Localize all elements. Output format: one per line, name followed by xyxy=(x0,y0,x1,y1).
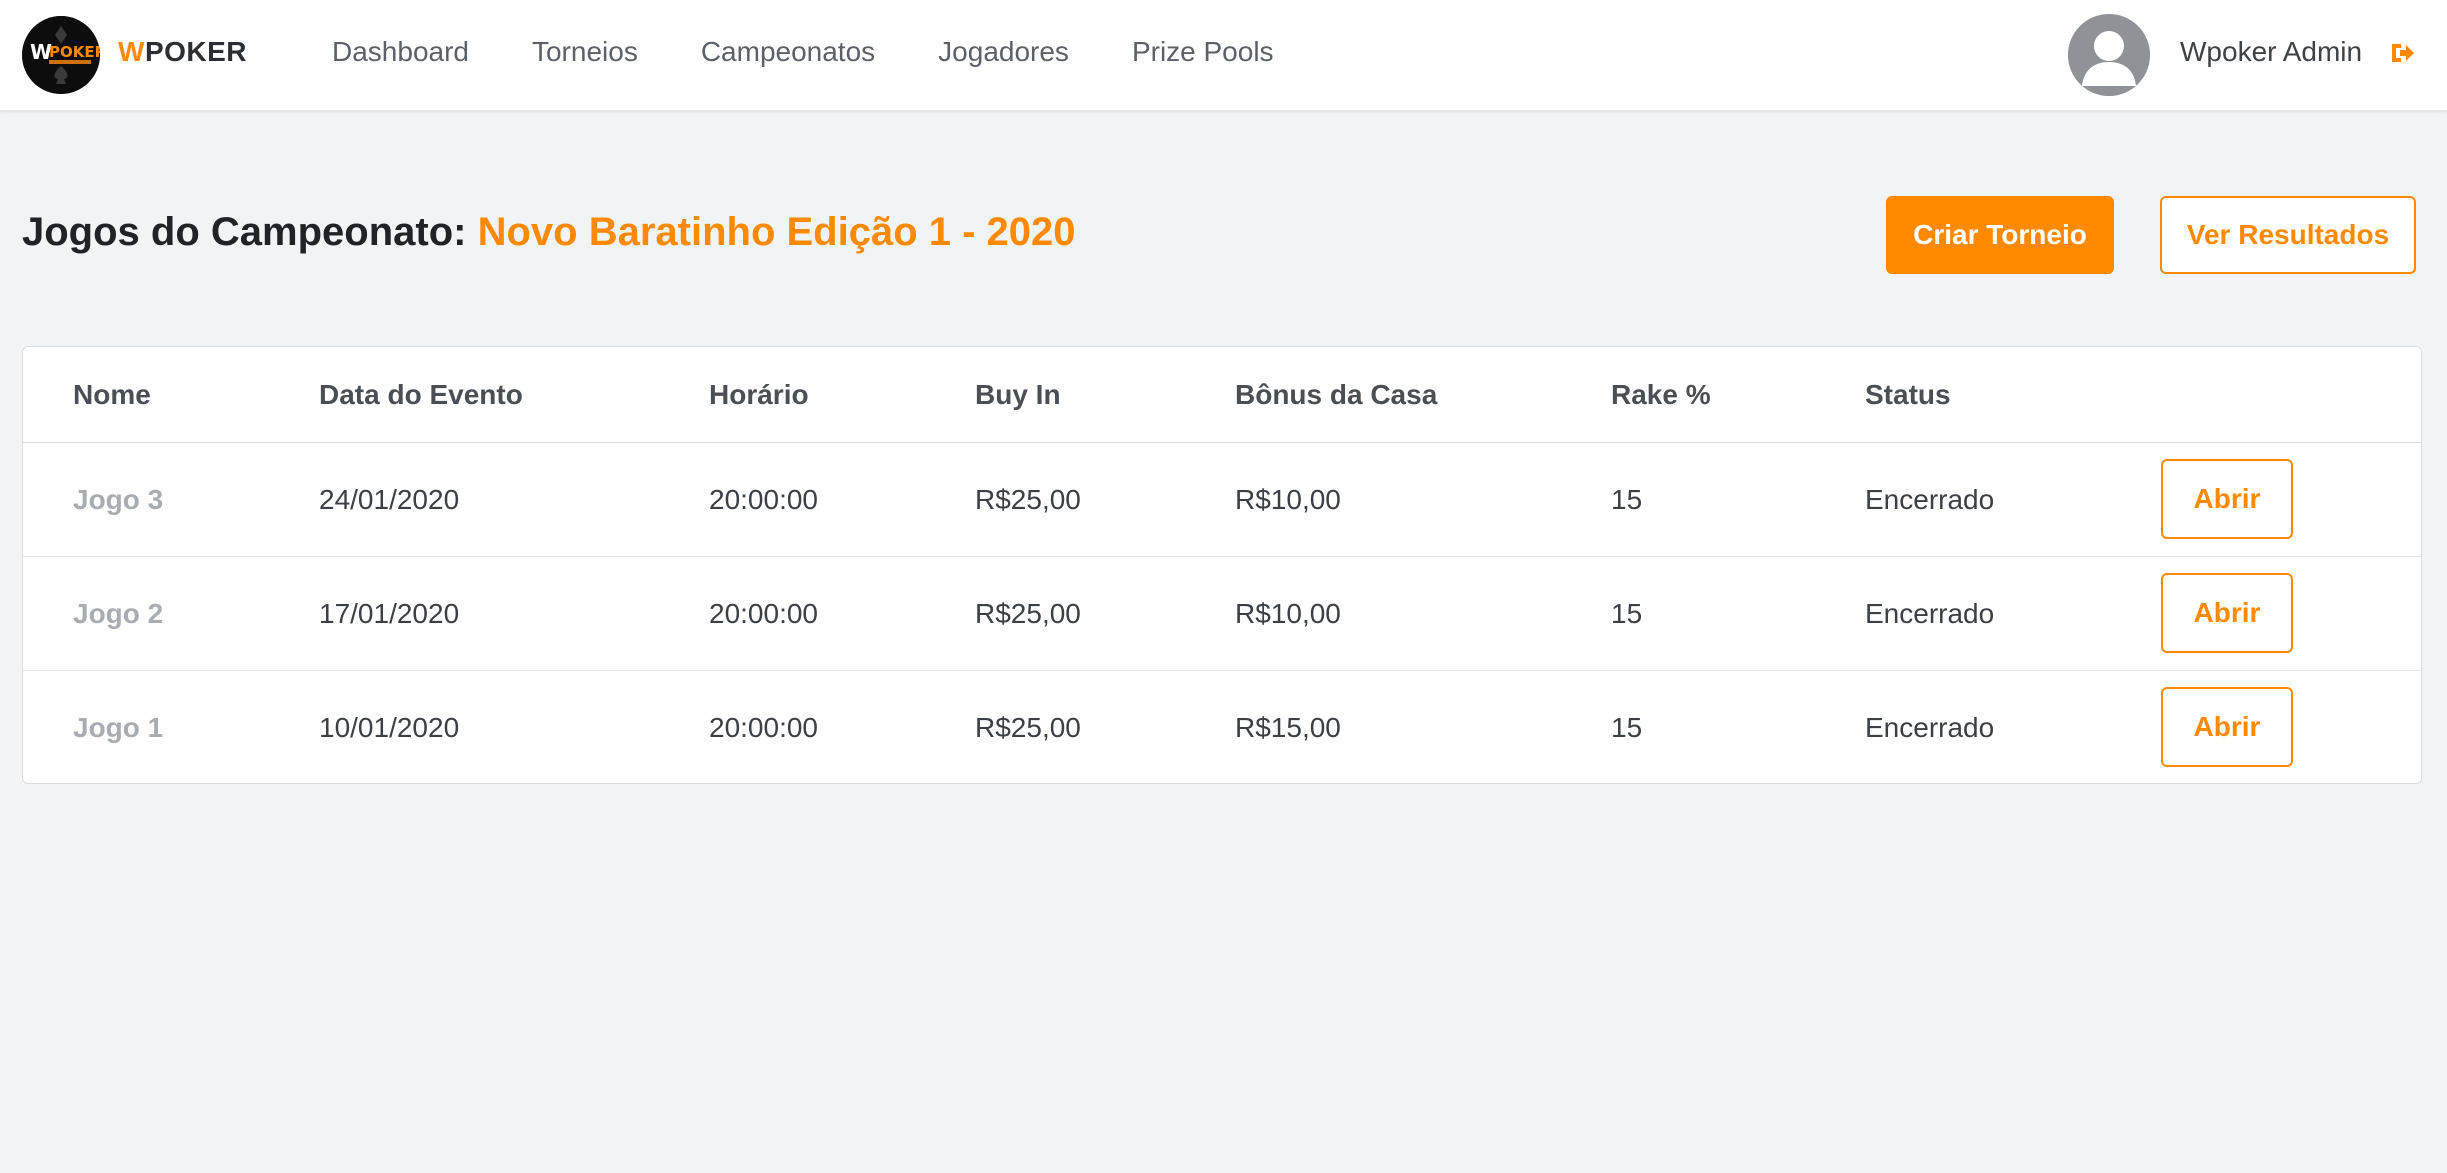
game-name: Jogo 1 xyxy=(73,712,164,743)
game-name: Jogo 3 xyxy=(73,483,164,515)
header-nome: Nome xyxy=(73,378,151,410)
open-game-button[interactable]: Abrir xyxy=(2161,687,2293,767)
open-game-button[interactable]: Abrir xyxy=(2161,573,2293,653)
nav-dashboard[interactable]: Dashboard xyxy=(332,36,469,68)
game-time: 20:00:00 xyxy=(709,483,818,515)
header-data-evento: Data do Evento xyxy=(319,378,523,410)
championship-name: Novo Baratinho Edição 1 - 2020 xyxy=(477,210,1076,254)
svg-text:POKER: POKER xyxy=(49,43,100,61)
header-bonus-casa: Bônus da Casa xyxy=(1235,378,1438,410)
game-name: Jogo 2 xyxy=(73,597,164,629)
game-date: 24/01/2020 xyxy=(319,483,460,515)
page-title-prefix: Jogos do Campeonato: xyxy=(22,210,467,254)
create-tournament-button[interactable]: Criar Torneio xyxy=(1886,196,2114,274)
game-buy-in: R$25,00 xyxy=(975,597,1081,629)
table-row: Jogo 3 24/01/2020 20:00:00 R$25,00 R$10,… xyxy=(23,443,2421,557)
page-title: Jogos do Campeonato: Novo Baratinho Ediç… xyxy=(22,210,1076,255)
game-status: Encerrado xyxy=(1865,483,1995,515)
nav-campeonatos[interactable]: Campeonatos xyxy=(701,36,875,68)
header-rake: Rake % xyxy=(1611,378,1711,410)
wpoker-logo[interactable]: W POKER xyxy=(22,16,100,94)
user-name[interactable]: Wpoker Admin xyxy=(2180,36,2362,68)
games-table: Nome Data do Evento Horário Buy In Bônus… xyxy=(22,346,2422,784)
table-row: Jogo 2 17/01/2020 20:00:00 R$25,00 R$10,… xyxy=(23,557,2421,671)
nav-torneios[interactable]: Torneios xyxy=(532,36,638,68)
game-rake: 15 xyxy=(1611,483,1643,515)
game-bonus: R$15,00 xyxy=(1235,712,1341,743)
nav-jogadores[interactable]: Jogadores xyxy=(938,36,1069,68)
main-nav: Dashboard Torneios Campeonatos Jogadores… xyxy=(332,36,1337,68)
table-row: Jogo 1 10/01/2020 20:00:00 R$25,00 R$15,… xyxy=(23,671,2421,785)
nav-prize-pools[interactable]: Prize Pools xyxy=(1132,36,1274,68)
user-avatar-icon[interactable] xyxy=(2068,14,2150,96)
game-status: Encerrado xyxy=(1865,712,1995,743)
game-date: 10/01/2020 xyxy=(319,712,460,743)
game-buy-in: R$25,00 xyxy=(975,483,1081,515)
header-status: Status xyxy=(1865,378,1951,410)
brand-initial: W xyxy=(118,36,145,67)
top-navbar: W POKER WPOKER Dashboard Torneios Campeo… xyxy=(0,0,2447,111)
brand-rest: POKER xyxy=(144,36,248,67)
game-bonus: R$10,00 xyxy=(1235,597,1341,629)
game-time: 20:00:00 xyxy=(709,712,818,743)
brand-name[interactable]: WPOKER xyxy=(118,36,247,68)
open-game-button[interactable]: Abrir xyxy=(2161,459,2293,539)
game-time: 20:00:00 xyxy=(709,597,818,629)
game-date: 17/01/2020 xyxy=(319,597,460,629)
game-bonus: R$10,00 xyxy=(1235,483,1341,515)
game-buy-in: R$25,00 xyxy=(975,712,1081,743)
header-buy-in: Buy In xyxy=(975,378,1061,410)
game-rake: 15 xyxy=(1611,597,1643,629)
table-header: Nome Data do Evento Horário Buy In Bônus… xyxy=(23,347,2421,443)
view-results-button[interactable]: Ver Resultados xyxy=(2160,196,2416,274)
logout-icon[interactable] xyxy=(2390,40,2416,66)
game-rake: 15 xyxy=(1611,712,1643,743)
game-status: Encerrado xyxy=(1865,597,1995,629)
header-horario: Horário xyxy=(709,378,809,410)
